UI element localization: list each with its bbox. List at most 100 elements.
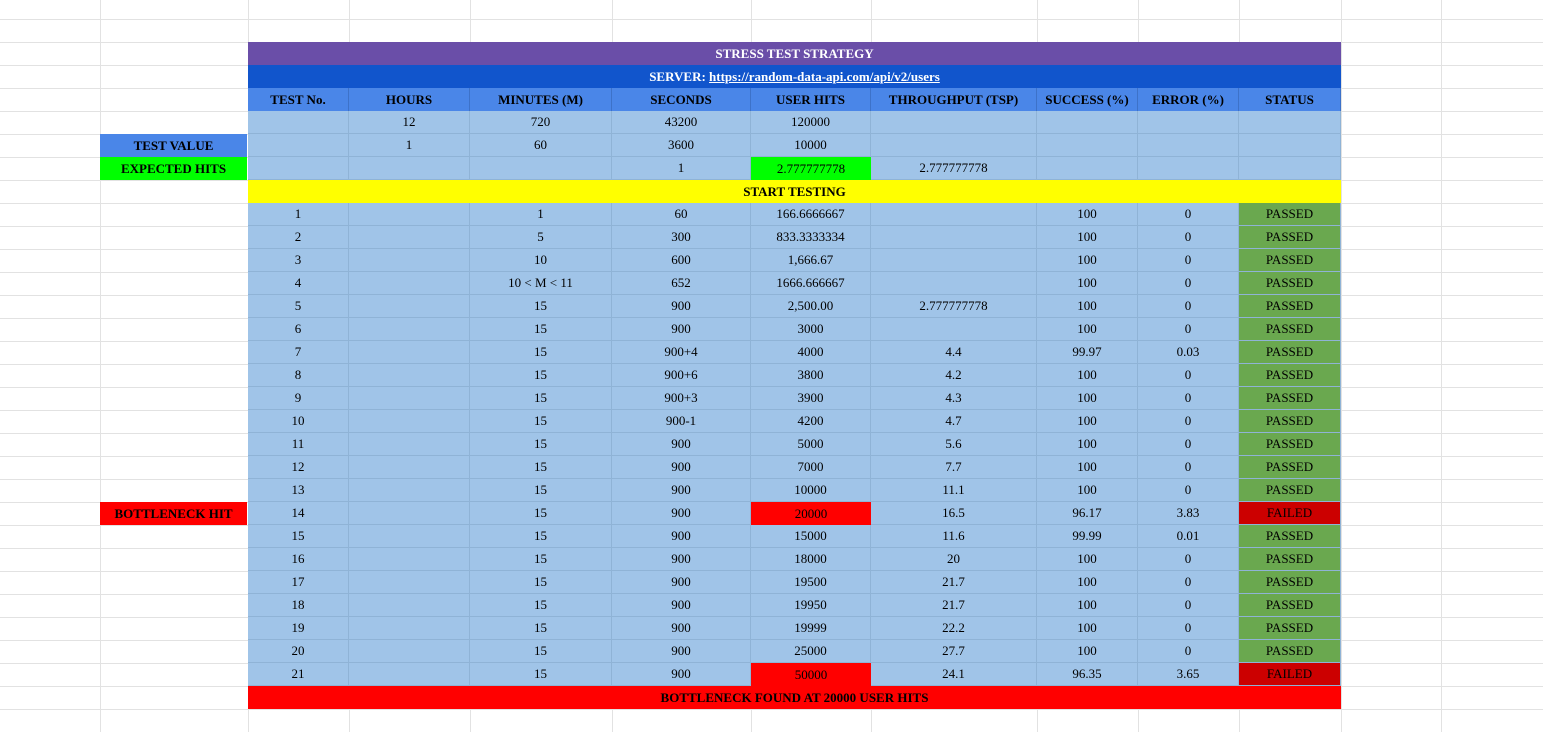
table-cell[interactable]: 900 (612, 456, 751, 479)
table-cell[interactable]: 100 (1037, 203, 1138, 226)
table-cell[interactable]: 24.1 (871, 663, 1037, 686)
table-cell[interactable]: 100 (1037, 433, 1138, 456)
table-cell[interactable]: 10 (470, 249, 612, 272)
status-cell[interactable]: PASSED (1239, 226, 1341, 249)
table-cell[interactable]: 3900 (751, 387, 871, 410)
table-cell[interactable]: 166.6666667 (751, 203, 871, 226)
table-cell[interactable]: 600 (612, 249, 751, 272)
table-cell[interactable]: 10000 (751, 479, 871, 502)
table-cell[interactable]: 15000 (751, 525, 871, 548)
table-cell[interactable]: 6 (248, 318, 349, 341)
table-cell[interactable]: 5.6 (871, 433, 1037, 456)
table-cell[interactable]: 900 (612, 433, 751, 456)
table-cell[interactable]: 900 (612, 318, 751, 341)
table-cell[interactable]: 21 (248, 663, 349, 686)
table-cell[interactable]: 900 (612, 571, 751, 594)
table-cell[interactable]: 100 (1037, 318, 1138, 341)
table-cell[interactable]: 15 (470, 617, 612, 640)
summary-cell[interactable]: 720 (470, 111, 612, 134)
table-cell[interactable]: 21.7 (871, 594, 1037, 617)
server-link[interactable]: https://random-data-api.com/api/v2/users (709, 69, 940, 85)
table-cell[interactable]: 8 (248, 364, 349, 387)
table-cell[interactable]: 60 (612, 203, 751, 226)
table-cell[interactable]: 0 (1138, 479, 1239, 502)
table-cell[interactable]: 0 (1138, 548, 1239, 571)
table-cell[interactable]: 2 (248, 226, 349, 249)
table-cell[interactable]: 0 (1138, 640, 1239, 663)
summary-cell[interactable]: 43200 (612, 111, 751, 134)
status-cell[interactable]: PASSED (1239, 410, 1341, 433)
header-cell[interactable]: TEST No. (248, 88, 349, 111)
status-cell[interactable]: PASSED (1239, 249, 1341, 272)
table-cell[interactable]: 15 (470, 410, 612, 433)
status-cell[interactable]: PASSED (1239, 203, 1341, 226)
table-cell[interactable]: 16 (248, 548, 349, 571)
header-cell[interactable]: SECONDS (612, 88, 751, 111)
table-cell[interactable] (871, 318, 1037, 341)
table-cell[interactable]: 13 (248, 479, 349, 502)
test-value-cell[interactable]: 60 (470, 134, 612, 157)
header-cell[interactable]: MINUTES (M) (470, 88, 612, 111)
table-cell[interactable] (349, 617, 470, 640)
status-cell[interactable]: PASSED (1239, 640, 1341, 663)
status-cell[interactable]: PASSED (1239, 272, 1341, 295)
table-cell[interactable]: 10 < M < 11 (470, 272, 612, 295)
test-value-cell[interactable] (1239, 134, 1341, 157)
table-cell[interactable] (349, 640, 470, 663)
table-cell[interactable]: 3.65 (1138, 663, 1239, 686)
summary-cell[interactable] (248, 111, 349, 134)
summary-cell[interactable]: 120000 (751, 111, 871, 134)
table-cell[interactable] (349, 410, 470, 433)
table-cell[interactable]: 5000 (751, 433, 871, 456)
table-cell[interactable]: 0 (1138, 410, 1239, 433)
table-cell[interactable]: 19500 (751, 571, 871, 594)
table-cell[interactable]: 0 (1138, 295, 1239, 318)
table-cell[interactable]: 3.83 (1138, 502, 1239, 525)
table-cell[interactable] (871, 272, 1037, 295)
table-cell[interactable]: 4000 (751, 341, 871, 364)
status-cell[interactable]: PASSED (1239, 341, 1341, 364)
header-cell[interactable]: USER HITS (751, 88, 871, 111)
table-cell[interactable] (349, 663, 470, 686)
test-value-cell[interactable]: 3600 (612, 134, 751, 157)
table-cell[interactable]: 9 (248, 387, 349, 410)
expected-hits-cell[interactable] (1239, 157, 1341, 180)
table-cell[interactable]: 0 (1138, 387, 1239, 410)
table-cell[interactable]: 652 (612, 272, 751, 295)
table-cell[interactable] (349, 479, 470, 502)
table-cell[interactable]: 15 (248, 525, 349, 548)
table-cell[interactable]: 15 (470, 502, 612, 525)
table-cell[interactable]: 0 (1138, 456, 1239, 479)
table-cell[interactable]: 18000 (751, 548, 871, 571)
table-cell[interactable]: 100 (1037, 272, 1138, 295)
table-cell[interactable]: 3 (248, 249, 349, 272)
table-cell[interactable]: 22.2 (871, 617, 1037, 640)
table-cell[interactable]: 900 (612, 502, 751, 525)
table-cell[interactable]: 15 (470, 525, 612, 548)
expected-hits-cell[interactable] (1037, 157, 1138, 180)
table-cell[interactable]: 900-1 (612, 410, 751, 433)
table-cell[interactable]: 15 (470, 594, 612, 617)
table-cell[interactable] (349, 456, 470, 479)
table-cell[interactable]: 900 (612, 663, 751, 686)
table-cell[interactable]: 100 (1037, 594, 1138, 617)
table-cell[interactable] (349, 226, 470, 249)
table-cell[interactable]: 20 (248, 640, 349, 663)
table-cell[interactable]: 300 (612, 226, 751, 249)
table-cell[interactable] (349, 594, 470, 617)
table-cell[interactable]: 15 (470, 479, 612, 502)
table-cell[interactable]: 3000 (751, 318, 871, 341)
table-cell[interactable]: 100 (1037, 548, 1138, 571)
summary-cell[interactable] (871, 111, 1037, 134)
table-cell[interactable]: 900 (612, 295, 751, 318)
table-cell[interactable]: 15 (470, 548, 612, 571)
table-cell[interactable]: 17 (248, 571, 349, 594)
status-cell[interactable]: PASSED (1239, 318, 1341, 341)
test-value-cell[interactable] (1138, 134, 1239, 157)
table-cell[interactable]: 0.01 (1138, 525, 1239, 548)
table-cell[interactable]: 0 (1138, 364, 1239, 387)
table-cell[interactable]: 1666.666667 (751, 272, 871, 295)
table-cell[interactable]: 900 (612, 640, 751, 663)
table-cell[interactable]: 11.1 (871, 479, 1037, 502)
table-cell[interactable]: 7 (248, 341, 349, 364)
